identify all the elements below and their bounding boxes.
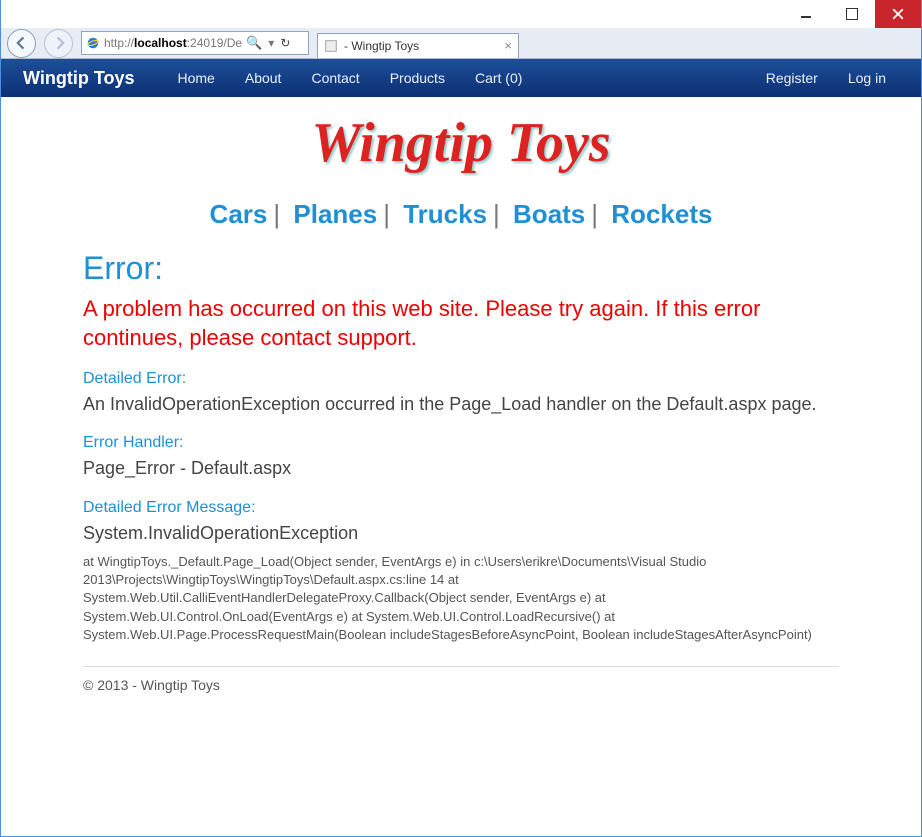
- ie-icon: [86, 36, 100, 50]
- favorites-icon[interactable]: [867, 34, 883, 55]
- tab-close-icon[interactable]: ×: [504, 38, 512, 53]
- browser-tab[interactable]: - Wingtip Toys ×: [317, 33, 519, 58]
- cat-rockets[interactable]: Rockets: [611, 199, 712, 229]
- home-icon[interactable]: [837, 34, 853, 55]
- tab-favicon: [324, 39, 338, 53]
- window-minimize-button[interactable]: [783, 0, 829, 28]
- cat-planes[interactable]: Planes: [293, 199, 377, 229]
- browser-tools: [837, 34, 913, 55]
- page-body: Wingtip Toys Cars| Planes| Trucks| Boats…: [1, 97, 921, 713]
- page-footer: © 2013 - Wingtip Toys: [83, 677, 899, 693]
- cat-boats[interactable]: Boats: [513, 199, 585, 229]
- detailed-error-text: An InvalidOperationException occurred in…: [83, 392, 839, 416]
- browser-window: http://localhost:24019/De 🔍 ▾ ↻ - Wingti…: [0, 0, 922, 837]
- search-dropdown-icon[interactable]: 🔍: [246, 35, 262, 51]
- detailed-error-label: Detailed Error:: [83, 370, 839, 388]
- site-logo[interactable]: Wingtip Toys: [311, 112, 610, 174]
- error-msg-label: Detailed Error Message:: [83, 499, 839, 517]
- error-handler-text: Page_Error - Default.aspx: [83, 456, 839, 480]
- window-maximize-button[interactable]: [829, 0, 875, 28]
- cat-trucks[interactable]: Trucks: [403, 199, 487, 229]
- tools-icon[interactable]: [897, 34, 913, 55]
- site-navbar: Wingtip Toys Home About Contact Products…: [1, 59, 921, 97]
- back-button[interactable]: [7, 29, 36, 58]
- window-titlebar: [1, 0, 921, 28]
- stack-trace: at WingtipToys._Default.Page_Load(Object…: [83, 553, 839, 644]
- category-links: Cars| Planes| Trucks| Boats| Rockets: [23, 199, 899, 230]
- error-heading: Error:: [83, 250, 839, 287]
- divider: [83, 666, 839, 667]
- address-url: http://localhost:24019/De: [104, 36, 242, 50]
- nav-about[interactable]: About: [245, 70, 282, 86]
- error-content: Error: A problem has occurred on this we…: [83, 250, 839, 667]
- cat-cars[interactable]: Cars: [210, 199, 268, 229]
- tab-title: - Wingtip Toys: [344, 39, 419, 53]
- address-bar[interactable]: http://localhost:24019/De 🔍 ▾ ↻: [81, 31, 309, 55]
- nav-home[interactable]: Home: [178, 70, 215, 86]
- nav-login[interactable]: Log in: [848, 70, 886, 86]
- browser-toolbar: http://localhost:24019/De 🔍 ▾ ↻ - Wingti…: [1, 28, 921, 59]
- nav-cart[interactable]: Cart (0): [475, 70, 522, 86]
- nav-register[interactable]: Register: [766, 70, 818, 86]
- brand-link[interactable]: Wingtip Toys: [23, 68, 135, 89]
- nav-contact[interactable]: Contact: [311, 70, 359, 86]
- error-handler-label: Error Handler:: [83, 434, 839, 452]
- nav-products[interactable]: Products: [390, 70, 445, 86]
- refresh-icon[interactable]: ↻: [280, 36, 290, 50]
- error-summary: A problem has occurred on this web site.…: [83, 295, 839, 352]
- window-close-button[interactable]: [875, 0, 921, 28]
- error-msg-text: System.InvalidOperationException: [83, 521, 839, 545]
- forward-button[interactable]: [44, 29, 73, 58]
